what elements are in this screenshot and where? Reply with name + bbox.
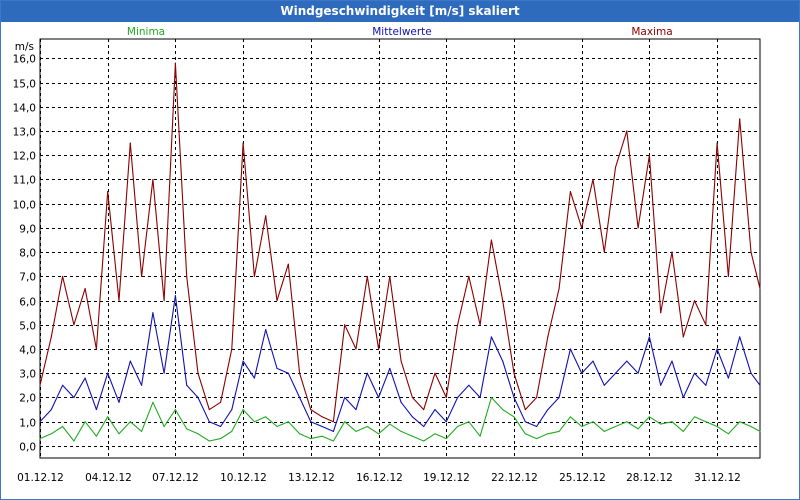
y-tick-label: 8,0 [19, 248, 36, 260]
y-tick-label: 12,0 [13, 151, 36, 163]
x-tick-label: 07.12.12 [152, 472, 199, 484]
x-tick-label: 10.12.12 [220, 472, 267, 484]
x-tick-label: 19.12.12 [423, 472, 470, 484]
y-tick-label: 11,0 [13, 175, 36, 187]
x-tick-label: 04.12.12 [85, 472, 132, 484]
x-tick-label: 25.12.12 [559, 472, 606, 484]
x-tick-label: 16.12.12 [356, 472, 403, 484]
y-tick-label: 0,0 [19, 442, 36, 454]
y-tick-label: 15,0 [13, 79, 36, 91]
y-tick-label: 10,0 [13, 200, 36, 212]
legend-mittelwerte: Mittelwerte [372, 26, 432, 38]
x-tick-label: 13.12.12 [288, 472, 335, 484]
x-tick-label: 01.12.12 [17, 472, 64, 484]
chart-area: 0,0 1,0 2,0 3,0 4,0 5,0 6,0 7,0 8,0 9,0 10,0 11,0 12… [13, 26, 761, 484]
y-tick-label: 13,0 [13, 127, 36, 139]
y-tick-label: 1,0 [19, 418, 36, 430]
y-tick-label: 5,0 [19, 321, 36, 333]
y-tick-label: 4,0 [19, 345, 36, 357]
y-tick-label: 16,0 [13, 54, 36, 66]
y-tick-label: 7,0 [19, 272, 36, 284]
y-tick-label: 6,0 [19, 297, 36, 309]
legend-minima: Minima [127, 26, 165, 38]
legend-maxima: Maxima [631, 26, 672, 38]
y-tick-label: 14,0 [13, 103, 36, 115]
x-tick-label: 28.12.12 [626, 472, 673, 484]
x-tick-label: 31.12.12 [694, 472, 741, 484]
y-axis-label: m/s [15, 41, 34, 53]
plot-frame [39, 38, 761, 459]
y-tick-label: 3,0 [19, 369, 36, 381]
x-tick-label: 22.12.12 [491, 472, 538, 484]
y-tick-label: 2,0 [19, 393, 36, 405]
y-tick-label: 9,0 [19, 224, 36, 236]
